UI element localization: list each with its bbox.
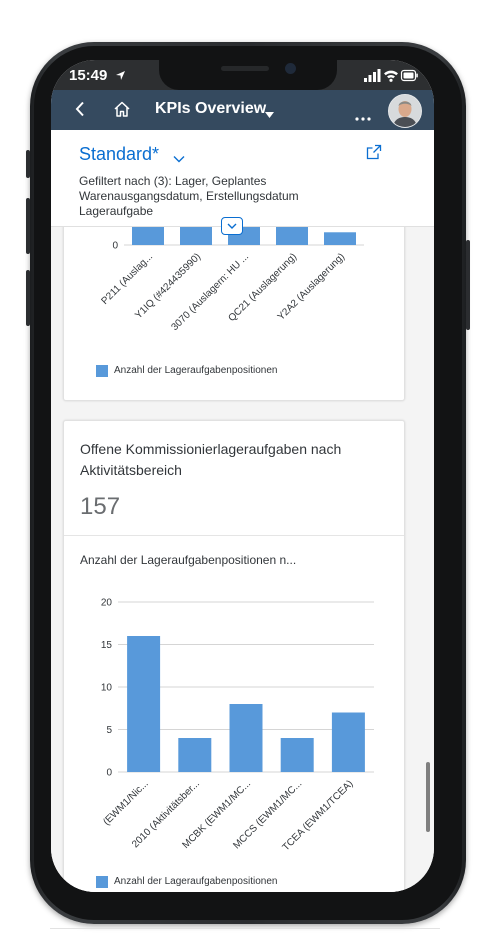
scrollbar[interactable] [426,762,430,832]
power-button [466,240,470,330]
page-content: Standard* Gefiltert nach (3): Lager, Gep… [51,130,434,892]
bar [280,738,314,772]
chart-subtitle: Anzahl der Lageraufgabenpositionen n... [80,553,297,567]
notch [159,60,337,90]
kpi-value: 157 [80,493,121,520]
y-tick-label: 15 [101,640,113,651]
user-avatar[interactable] [388,94,422,128]
bar [229,704,263,772]
collapse-header-button[interactable] [221,217,243,235]
volume-down-button [26,270,30,326]
shell-bar: KPIs Overview [51,90,434,130]
status-icons [364,69,418,87]
back-icon[interactable] [75,101,85,122]
kpi-card-activity-area[interactable]: Offene Kommissionierlageraufgaben nach A… [63,420,405,892]
legend-label: Anzahl der Lageraufgabenpositionen [114,365,278,376]
y-tick-label: 10 [101,683,113,694]
x-tick-label: (EWM1/Nic... [101,778,150,827]
dynamic-page-header: Standard* Gefiltert nach (3): Lager, Gep… [51,130,434,227]
bar [331,712,365,772]
y-tick-label: 5 [106,725,112,736]
status-bar: 15:49 [51,60,434,90]
battery-icon [400,69,418,82]
y-tick-label: 0 [112,241,118,252]
chevron-down-icon[interactable] [173,150,185,168]
overflow-menu-icon[interactable] [355,108,371,126]
filter-summary: Gefiltert nach (3): Lager, Geplantes War… [79,174,299,218]
bar-chart-activity-area: 20151050(EWM1/Nic...2010 (Aktivitätsber.… [101,598,374,853]
volume-up-button [26,198,30,254]
y-tick-label: 20 [101,598,113,609]
legend-swatch [96,365,108,377]
title-dropdown-icon[interactable] [265,105,274,123]
bar [324,232,356,245]
phone-screen: 15:49 KPIs Overview Standard* Gefiltert … [51,60,434,892]
bar [178,738,212,772]
home-icon[interactable] [113,100,131,123]
legend-swatch [96,876,108,888]
mute-switch [26,150,30,178]
wifi-icon [384,70,398,82]
signal-icon [364,69,381,82]
variant-selector[interactable]: Standard* [79,144,159,165]
chevron-down-icon [227,223,237,229]
location-arrow-icon [115,68,126,86]
card-title: Offene Kommissionierlageraufgaben nach A… [80,441,342,478]
bar [127,636,161,772]
share-icon[interactable] [366,144,382,165]
status-time: 15:49 [69,67,108,84]
y-tick-label: 0 [106,768,112,779]
divider [64,535,404,536]
app-title[interactable]: KPIs Overview [155,100,266,118]
page-bottom-line [50,928,440,929]
